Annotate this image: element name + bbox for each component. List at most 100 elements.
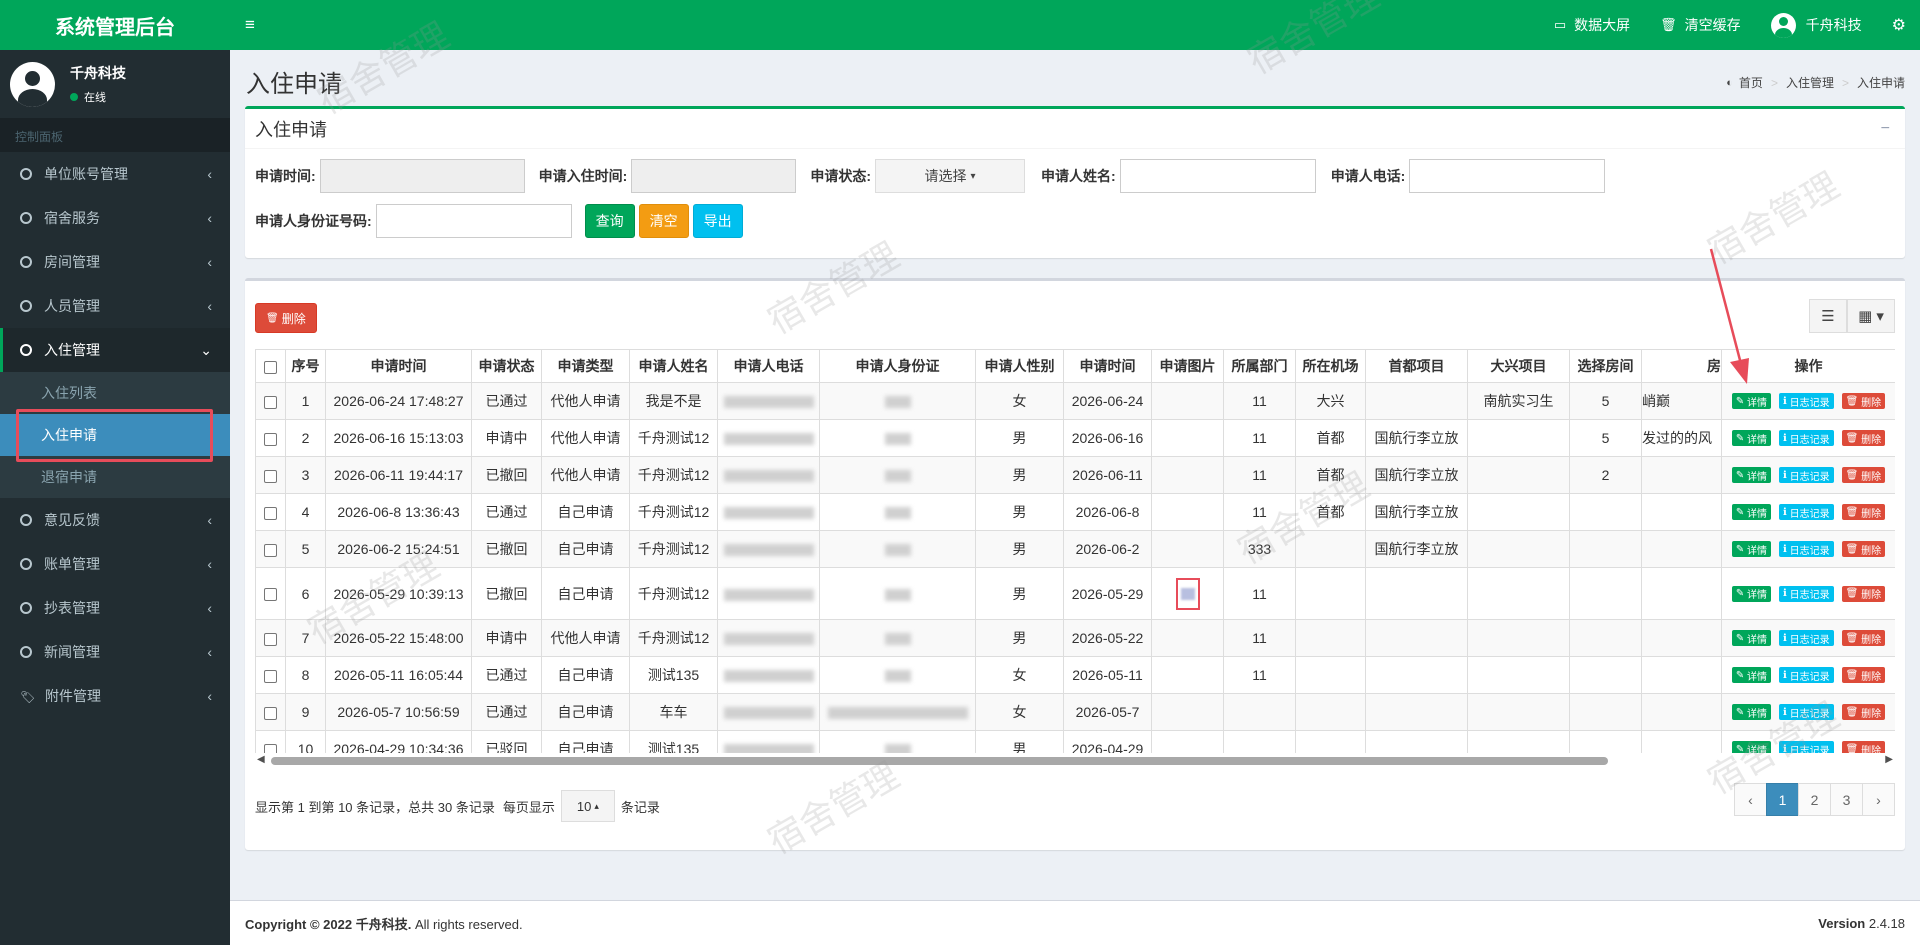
log-button[interactable]: ℹ 日志记录: [1779, 430, 1834, 446]
select-all-checkbox-cell[interactable]: [255, 349, 286, 383]
column-header[interactable]: 房: [1641, 349, 1722, 383]
sidebar-item-dorm-service[interactable]: 宿舍服务 ‹: [0, 196, 230, 240]
log-button[interactable]: ℹ 日志记录: [1779, 741, 1834, 753]
column-header[interactable]: 申请类型: [541, 349, 630, 383]
column-header[interactable]: 申请人姓名: [629, 349, 718, 383]
sidebar-item-room-management[interactable]: 房间管理 ‹: [0, 240, 230, 284]
column-header[interactable]: 大兴项目: [1467, 349, 1570, 383]
delete-button[interactable]: 🗑 删除: [1841, 704, 1886, 720]
page-size-select[interactable]: 10 ▴: [560, 790, 615, 822]
row-checkbox[interactable]: [264, 669, 277, 683]
table-row[interactable]: 7 2026-05-22 15:48:00 申请中 代他人申请 千舟测试12 男 2026-…: [255, 619, 1895, 657]
column-header[interactable]: 所在机场: [1295, 349, 1366, 383]
delete-button[interactable]: 🗑 删除: [1841, 630, 1886, 646]
detail-button[interactable]: ✎ 详情: [1731, 630, 1772, 646]
row-checkbox-cell[interactable]: [255, 619, 286, 657]
log-button[interactable]: ℹ 日志记录: [1779, 667, 1834, 683]
breadcrumb-home[interactable]: 首页: [1739, 74, 1763, 91]
log-button[interactable]: ℹ 日志记录: [1779, 393, 1834, 409]
name-input[interactable]: [1119, 159, 1316, 193]
detail-button[interactable]: ✎ 详情: [1731, 393, 1772, 409]
scroll-right-icon[interactable]: ▶: [1885, 754, 1893, 765]
column-header[interactable]: 首都项目: [1365, 349, 1468, 383]
delete-button[interactable]: 🗑 删除: [1841, 541, 1886, 557]
sidebar-item-meter-reading[interactable]: 抄表管理 ‹: [0, 586, 230, 630]
export-button[interactable]: 导出: [692, 204, 743, 238]
detail-button[interactable]: ✎ 详情: [1731, 541, 1772, 557]
sidebar-item-checkin-management[interactable]: 入住管理 ⌄: [0, 328, 230, 372]
idcard-input[interactable]: [375, 204, 572, 238]
log-button[interactable]: ℹ 日志记录: [1779, 630, 1834, 646]
table-row[interactable]: 5 2026-06-2 15:24:51 已撤回 自己申请 千舟测试12 男 2026-06…: [255, 530, 1895, 568]
detail-button[interactable]: ✎ 详情: [1731, 585, 1772, 602]
log-button[interactable]: ℹ 日志记录: [1779, 585, 1834, 602]
next-page-button[interactable]: ›: [1862, 783, 1895, 816]
sidebar-subitem-checkin-list[interactable]: 入住列表: [0, 372, 230, 414]
detail-button[interactable]: ✎ 详情: [1731, 704, 1772, 720]
row-checkbox[interactable]: [264, 588, 277, 602]
table-row[interactable]: 6 2026-05-29 10:39:13 已撤回 自己申请 千舟测试12 男 2026-0…: [255, 567, 1895, 620]
column-header[interactable]: 操作: [1721, 349, 1895, 383]
table-row[interactable]: 9 2026-05-7 10:56:59 已通过 自己申请 车车 女 2026-05-7 ✎ …: [255, 693, 1895, 731]
sidebar-item-feedback[interactable]: 意见反馈 ‹: [0, 498, 230, 542]
table-row[interactable]: 1 2026-06-24 17:48:27 已通过 代他人申请 我是不是 女 2026-06…: [255, 382, 1895, 420]
row-checkbox-cell[interactable]: [255, 656, 286, 694]
row-checkbox[interactable]: [264, 506, 277, 520]
toggle-view-list-icon[interactable]: ☰: [1809, 299, 1847, 333]
delete-button[interactable]: 🗑 删除: [1841, 741, 1886, 753]
apply-time-input[interactable]: [319, 159, 525, 193]
query-button[interactable]: 查询: [584, 204, 635, 238]
row-checkbox[interactable]: [264, 632, 277, 646]
delete-button[interactable]: 🗑 删除: [1841, 467, 1886, 483]
delete-button[interactable]: 🗑 删除: [1841, 430, 1886, 446]
column-header[interactable]: 申请人性别: [975, 349, 1064, 383]
breadcrumb-checkin-management[interactable]: 入住管理: [1786, 74, 1834, 91]
log-button[interactable]: ℹ 日志记录: [1779, 467, 1834, 483]
column-header[interactable]: 申请人身份证: [819, 349, 976, 383]
columns-menu-icon[interactable]: ▦ ▾: [1847, 299, 1895, 333]
horizontal-scrollbar[interactable]: ◀ ▶: [255, 754, 1895, 767]
scrollbar-thumb[interactable]: [271, 757, 1608, 765]
clear-cache-link[interactable]: 🗑 清空缓存: [1660, 15, 1741, 35]
checkin-time-input[interactable]: [631, 159, 797, 193]
status-select[interactable]: 请选择 ▾: [875, 159, 1026, 193]
page-3-button[interactable]: 3: [1830, 783, 1863, 816]
row-checkbox-cell[interactable]: [255, 382, 286, 420]
table-row[interactable]: 2 2026-06-16 15:13:03 申请中 代他人申请 千舟测试12 男 2026-…: [255, 419, 1895, 457]
table-row[interactable]: 3 2026-06-11 19:44:17 已撤回 代他人申请 千舟测试12 男 2026-…: [255, 456, 1895, 494]
log-button[interactable]: ℹ 日志记录: [1779, 541, 1834, 557]
settings-gears-icon[interactable]: ⚙: [1892, 15, 1906, 35]
detail-button[interactable]: ✎ 详情: [1731, 467, 1772, 483]
scroll-left-icon[interactable]: ◀: [257, 754, 265, 765]
row-checkbox[interactable]: [264, 706, 277, 720]
row-checkbox[interactable]: [264, 395, 277, 409]
clear-button[interactable]: 清空: [638, 204, 689, 238]
column-header[interactable]: 申请图片: [1151, 349, 1224, 383]
sidebar-item-news[interactable]: 新闻管理 ‹: [0, 630, 230, 674]
row-checkbox-cell[interactable]: [255, 693, 286, 731]
dashboard-link[interactable]: ▭ 数据大屏: [1554, 15, 1630, 35]
delete-button[interactable]: 🗑 删除: [1841, 585, 1886, 602]
delete-button[interactable]: 🗑 删除: [1841, 393, 1886, 409]
sidebar-item-attachments[interactable]: 🏷 附件管理 ‹: [0, 674, 230, 718]
table-row[interactable]: 4 2026-06-8 13:36:43 已通过 自己申请 千舟测试12 男 2026-06…: [255, 493, 1895, 531]
app-title[interactable]: 系统管理后台: [0, 0, 230, 50]
row-checkbox[interactable]: [264, 743, 277, 753]
sidebar-item-unit-accounts[interactable]: 单位账号管理 ‹: [0, 152, 230, 196]
detail-button[interactable]: ✎ 详情: [1731, 667, 1772, 683]
row-checkbox-cell[interactable]: [255, 730, 286, 753]
menu-toggle-icon[interactable]: ≡: [245, 15, 255, 35]
prev-page-button[interactable]: ‹: [1734, 783, 1767, 816]
row-checkbox-cell[interactable]: [255, 493, 286, 531]
row-checkbox[interactable]: [264, 432, 277, 446]
sidebar-item-personnel[interactable]: 人员管理 ‹: [0, 284, 230, 328]
row-checkbox[interactable]: [264, 469, 277, 483]
row-checkbox[interactable]: [264, 543, 277, 557]
select-all-checkbox[interactable]: [264, 360, 277, 374]
log-button[interactable]: ℹ 日志记录: [1779, 704, 1834, 720]
phone-input[interactable]: [1409, 159, 1606, 193]
page-1-button[interactable]: 1: [1766, 783, 1799, 816]
row-checkbox-cell[interactable]: [255, 530, 286, 568]
column-header[interactable]: 申请人电话: [717, 349, 820, 383]
sidebar-item-billing[interactable]: 账单管理 ‹: [0, 542, 230, 586]
